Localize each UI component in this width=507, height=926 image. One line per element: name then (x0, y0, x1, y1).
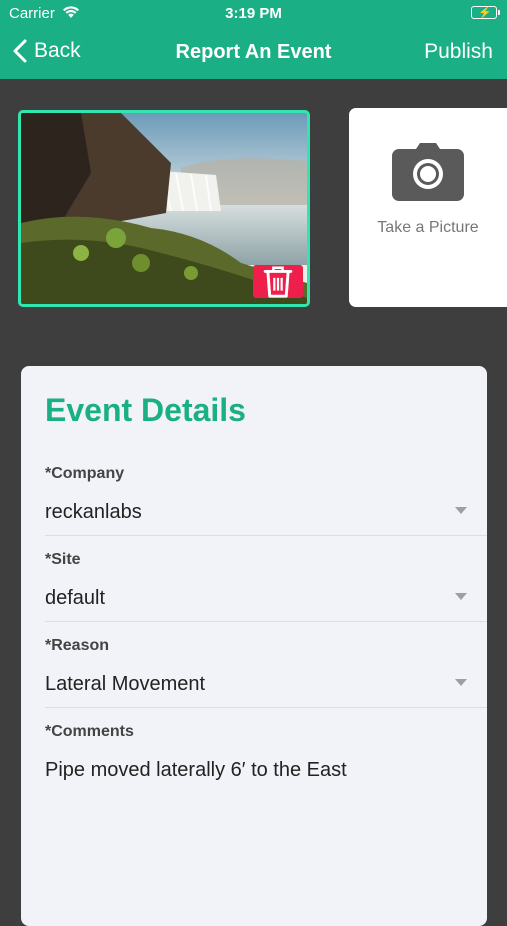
site-value: default (45, 587, 106, 609)
navigation-bar: Back Report An Event Publish (0, 28, 507, 79)
publish-button[interactable]: Publish (424, 40, 493, 64)
event-details-heading: Event Details (45, 392, 246, 428)
back-button[interactable]: Back (12, 39, 81, 63)
site-label: *Site (45, 551, 81, 568)
reason-caret-icon (455, 679, 467, 686)
divider (45, 707, 487, 708)
reason-label: *Reason (45, 637, 110, 654)
delete-photo-button[interactable] (253, 265, 303, 298)
battery-icon: ⚡ (471, 6, 500, 19)
take-picture-label: Take a Picture (377, 219, 479, 236)
divider (45, 535, 487, 536)
back-label: Back (34, 39, 81, 62)
status-bar: Carrier 3:19 PM ⚡ (0, 0, 507, 28)
reason-value: Lateral Movement (45, 673, 206, 695)
event-details-card: Event Details *Company reckanlabs *Site … (21, 366, 487, 926)
comments-input[interactable]: Pipe moved laterally 6′ to the East (45, 759, 463, 782)
company-caret-icon (455, 507, 467, 514)
site-caret-icon (455, 593, 467, 600)
company-label: *Company (45, 465, 125, 482)
camera-icon (392, 143, 464, 201)
divider (45, 621, 487, 622)
event-photo-thumbnail[interactable] (18, 110, 310, 307)
take-picture-button[interactable]: Take a Picture (349, 108, 507, 307)
chevron-left-icon (13, 39, 27, 63)
site-dropdown[interactable] (21, 544, 487, 622)
clock-time: 3:19 PM (225, 5, 282, 22)
comments-label: *Comments (45, 723, 134, 740)
company-value: reckanlabs (45, 501, 142, 523)
trash-icon (263, 266, 293, 298)
